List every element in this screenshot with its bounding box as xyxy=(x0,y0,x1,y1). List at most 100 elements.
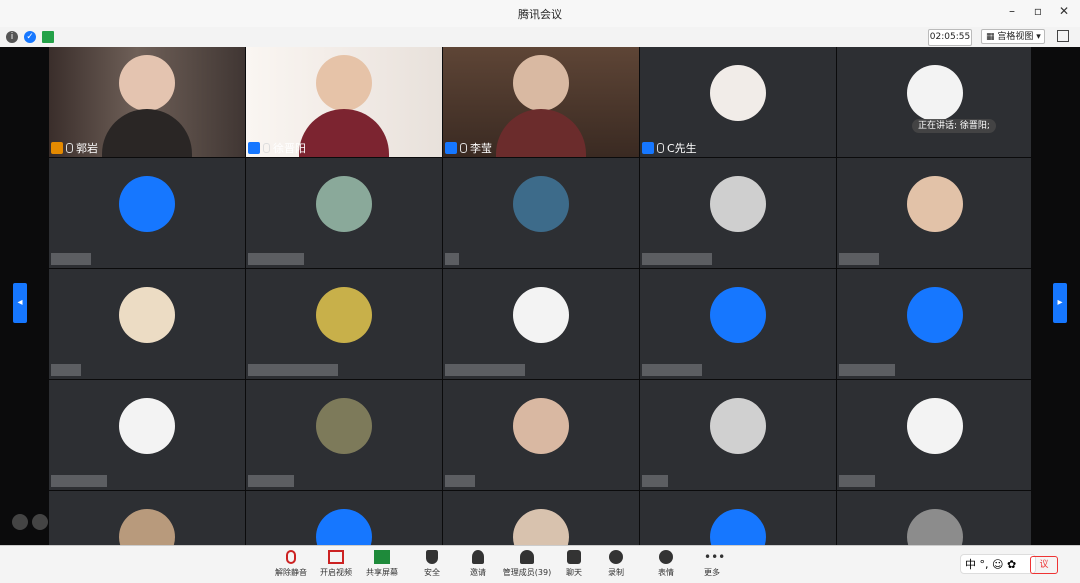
fullscreen-icon[interactable] xyxy=(1057,30,1069,42)
avatar xyxy=(513,509,569,545)
avatar xyxy=(316,509,372,545)
add-user-icon xyxy=(472,550,484,564)
participant-tile[interactable]: 郭岩 xyxy=(49,47,245,157)
avatar xyxy=(907,176,963,232)
start-video-button[interactable]: 开启视频 xyxy=(314,550,358,578)
participant-nametag: 徐晋阳 xyxy=(248,141,306,155)
participant-tile[interactable]: 李莹 xyxy=(443,47,639,157)
emoji-icon[interactable] xyxy=(12,514,28,530)
avatar xyxy=(119,176,175,232)
invite-button[interactable]: 邀请 xyxy=(456,550,500,578)
reactions-button[interactable]: 表情 xyxy=(644,550,688,578)
participant-tile[interactable] xyxy=(837,491,1031,545)
participant-tile[interactable] xyxy=(640,380,836,490)
avatar xyxy=(710,287,766,343)
participant-tile[interactable] xyxy=(837,47,1031,157)
participant-tile[interactable]: C先生 xyxy=(640,47,836,157)
minimize-icon[interactable]: – xyxy=(1004,4,1020,18)
chat-button[interactable]: 聊天 xyxy=(552,550,596,578)
window-controls: – ▫ ✕ xyxy=(1004,4,1072,18)
prev-page-button[interactable]: ◂ xyxy=(13,283,27,323)
shield-icon[interactable]: ✓ xyxy=(24,31,36,43)
avatar xyxy=(513,176,569,232)
participant-tile[interactable] xyxy=(49,380,245,490)
mic-muted-icon xyxy=(657,143,664,153)
participant-tile[interactable] xyxy=(837,380,1031,490)
window-title: 腾讯会议 xyxy=(518,8,562,21)
avatar xyxy=(316,176,372,232)
meeting-info-bar: i ✓ 02:05:55 ▦ 宫格视图 ▾ xyxy=(0,27,1080,48)
avatar xyxy=(513,398,569,454)
close-icon[interactable]: ✕ xyxy=(1056,4,1072,18)
avatar xyxy=(907,509,963,545)
participant-nametag: 李莹 xyxy=(445,141,492,155)
participant-tile[interactable]: 徐晋阳 xyxy=(246,47,442,157)
participant-tile[interactable] xyxy=(640,158,836,268)
avatar xyxy=(907,287,963,343)
manage-members-button[interactable]: 管理成员(39) xyxy=(500,550,554,578)
security-button[interactable]: 安全 xyxy=(410,550,454,578)
participant-tile[interactable] xyxy=(640,491,836,545)
smile-icon xyxy=(659,550,673,564)
shield-icon xyxy=(426,550,438,564)
signal-icon[interactable] xyxy=(42,31,54,43)
participant-tile[interactable] xyxy=(246,491,442,545)
avatar xyxy=(710,509,766,545)
participant-tile[interactable] xyxy=(49,158,245,268)
camera-off-icon xyxy=(328,550,344,564)
chat-icon xyxy=(567,550,581,564)
participant-tile[interactable] xyxy=(49,269,245,379)
next-page-button[interactable]: ▸ xyxy=(1053,283,1067,323)
participant-tile[interactable] xyxy=(837,269,1031,379)
end-meeting-button[interactable]: 议 xyxy=(1030,556,1058,574)
title-bar: 腾讯会议 – ▫ ✕ xyxy=(0,0,1080,27)
mic-icon xyxy=(263,143,270,153)
user-icon xyxy=(642,142,654,154)
avatar xyxy=(710,398,766,454)
participant-tile[interactable] xyxy=(246,269,442,379)
participant-tile[interactable] xyxy=(443,380,639,490)
view-label: 宫格视图 xyxy=(997,32,1034,42)
avatar xyxy=(710,65,766,121)
avatar xyxy=(710,176,766,232)
mic-muted-icon xyxy=(66,143,73,153)
share-screen-button[interactable]: 共享屏幕 xyxy=(360,550,404,578)
record-button[interactable]: 录制 xyxy=(594,550,638,578)
mic-icon xyxy=(460,143,467,153)
more-button[interactable]: ••• 更多 xyxy=(690,550,734,578)
info-icon[interactable]: i xyxy=(6,31,18,43)
user-icon xyxy=(445,142,457,154)
participant-tile[interactable] xyxy=(49,491,245,545)
participant-tile[interactable] xyxy=(443,158,639,268)
participant-name: 李莹 xyxy=(470,142,492,155)
participant-nametag: 郭岩 xyxy=(51,141,98,155)
chat-bubble-icon[interactable] xyxy=(32,514,48,530)
avatar xyxy=(119,287,175,343)
participant-tile[interactable] xyxy=(837,158,1031,268)
avatar xyxy=(513,287,569,343)
participant-tile[interactable] xyxy=(640,269,836,379)
mic-muted-icon xyxy=(286,550,296,564)
view-selector[interactable]: ▦ 宫格视图 ▾ xyxy=(981,29,1045,44)
video-stage: ◂ ▸ 郭岩 徐晋阳 李莹 C先生 正在讲话: 徐晋阳; xyxy=(0,47,1080,545)
participant-name: 郭岩 xyxy=(76,142,98,155)
meeting-toolbar: 解除静音 开启视频 共享屏幕 安全 邀请 管理成员(39) 聊天 录制 表情 •… xyxy=(0,545,1080,583)
ime-status-bar[interactable]: 中 °, ☺ ✿ xyxy=(960,554,1036,574)
participant-tile[interactable] xyxy=(246,158,442,268)
user-icon xyxy=(51,142,63,154)
avatar xyxy=(316,287,372,343)
participant-tile[interactable] xyxy=(443,491,639,545)
members-icon xyxy=(520,550,534,564)
avatar xyxy=(907,65,963,121)
participant-tile[interactable] xyxy=(246,380,442,490)
participant-tile[interactable] xyxy=(443,269,639,379)
unmute-button[interactable]: 解除静音 xyxy=(269,550,313,578)
more-dots-icon: ••• xyxy=(704,550,726,564)
user-icon xyxy=(248,142,260,154)
floating-mini-controls xyxy=(12,514,48,530)
participant-grid: 郭岩 徐晋阳 李莹 C先生 xyxy=(49,47,1031,545)
maximize-icon[interactable]: ▫ xyxy=(1030,4,1046,18)
meeting-timer: 02:05:55 xyxy=(928,29,972,46)
participant-nametag: C先生 xyxy=(642,141,697,155)
active-speaker-banner: 正在讲话: 徐晋阳; xyxy=(912,119,996,133)
